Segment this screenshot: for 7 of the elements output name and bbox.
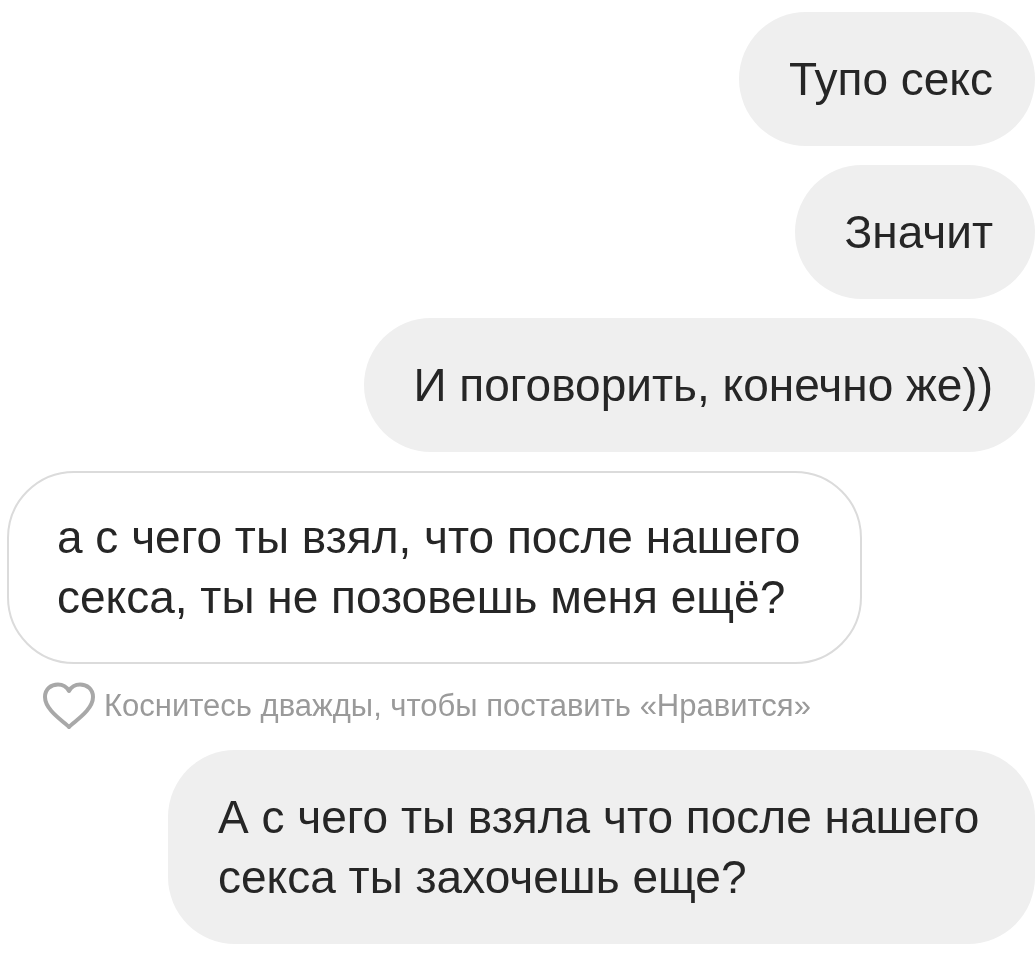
- message-bubble: А с чего ты взяла что после нашего секса ты захочешь еще?: [168, 750, 1035, 944]
- message-bubble: И поговорить, конечно же)): [363, 318, 1035, 452]
- message-bubble: Значит: [794, 165, 1035, 299]
- message-bubble: а с чего ты взял, что после нашего секса, ты не позовешь меня ещё?: [7, 471, 862, 664]
- like-hint: Коснитесь дважды, чтобы поставить «Нравится»: [104, 688, 811, 724]
- heart-icon: [41, 682, 97, 730]
- message-bubble: Тупо секс: [739, 12, 1035, 146]
